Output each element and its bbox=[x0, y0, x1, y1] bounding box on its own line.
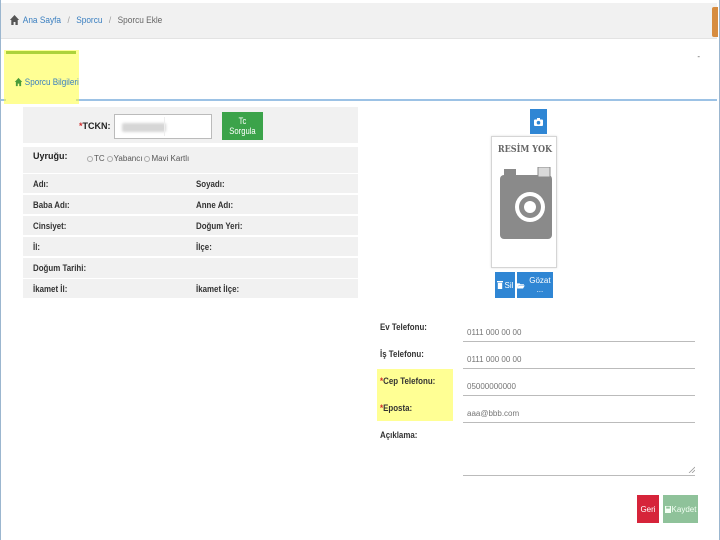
field-row: Baba Adı: Anne Adı: bbox=[23, 195, 358, 214]
tab-label[interactable]: Sporcu Bilgileri bbox=[14, 77, 79, 87]
mobile-phone-row: *Cep Telefonu: bbox=[377, 370, 695, 396]
field-label-dogum-yeri: Doğum Yeri: bbox=[196, 221, 243, 231]
field-label-ikamet-ilce: İkamet İlçe: bbox=[196, 284, 240, 294]
radio-circle[interactable] bbox=[106, 155, 113, 162]
work-phone-input[interactable] bbox=[463, 345, 695, 369]
nationality-radio-group: TC Yabancı Mavi Kartlı bbox=[87, 154, 191, 163]
breadcrumb-separator: / bbox=[67, 15, 70, 25]
mobile-phone-label: *Cep Telefonu: bbox=[380, 376, 436, 386]
field-label-dogum-tarihi: Doğum Tarihi: bbox=[33, 263, 87, 273]
no-image-text: RESİM YOK bbox=[497, 145, 553, 155]
field-label-soyad: Soyadı: bbox=[196, 179, 225, 189]
breadcrumb-sporcu-link[interactable]: Sporcu bbox=[76, 15, 102, 25]
save-button[interactable]: Kaydet bbox=[663, 495, 698, 523]
folder-open-icon bbox=[517, 282, 525, 289]
breadcrumb: Ana Sayfa / Sporcu / Sporcu Ekle bbox=[9, 14, 162, 26]
tab-label-text: Sporcu Bilgileri bbox=[24, 77, 79, 87]
radio-mavi-kartli[interactable]: Mavi Kartlı bbox=[144, 154, 189, 163]
tckn-label: *TCKN: bbox=[79, 121, 111, 131]
field-label-ad: Adı: bbox=[33, 179, 49, 189]
mobile-phone-input[interactable] bbox=[463, 372, 695, 396]
home-phone-label: Ev Telefonu: bbox=[380, 322, 427, 332]
radio-circle[interactable] bbox=[87, 155, 93, 162]
tckn-input[interactable] bbox=[114, 114, 212, 139]
field-row: İl: İlçe: bbox=[23, 237, 358, 256]
breadcrumb-bar: Ana Sayfa / Sporcu / Sporcu Ekle bbox=[1, 3, 718, 39]
work-phone-label: İş Telefonu: bbox=[380, 349, 424, 359]
breadcrumb-separator: / bbox=[108, 15, 112, 25]
back-button[interactable]: Geri bbox=[637, 495, 659, 523]
field-label-baba-adi: Baba Adı: bbox=[33, 200, 70, 210]
input-divider bbox=[164, 117, 165, 136]
work-phone-row: İş Telefonu: bbox=[377, 343, 695, 369]
camera-button[interactable] bbox=[530, 109, 547, 134]
nationality-label: Uyruğu: bbox=[33, 151, 68, 161]
email-input[interactable] bbox=[463, 399, 695, 423]
tc-query-button[interactable]: Tc Sorgula bbox=[222, 112, 263, 140]
home-icon bbox=[9, 15, 20, 25]
description-label: Açıklama: bbox=[380, 430, 418, 440]
tckn-value-redacted bbox=[122, 123, 166, 132]
resize-handle-icon[interactable] bbox=[688, 466, 695, 473]
trash-icon bbox=[496, 281, 503, 289]
browse-photo-button[interactable]: Gözat ... bbox=[517, 272, 553, 298]
description-textarea[interactable] bbox=[463, 428, 695, 476]
email-row: *Eposta: bbox=[377, 397, 695, 423]
radio-tc[interactable]: TC bbox=[87, 154, 105, 163]
breadcrumb-current: Sporcu Ekle bbox=[117, 15, 163, 25]
field-label-ikamet-il: İkamet İl: bbox=[33, 284, 68, 294]
field-label-anne-adi: Anne Adı: bbox=[196, 200, 234, 210]
tckn-row: *TCKN: Tc Sorgula bbox=[23, 107, 358, 143]
field-row: Doğum Tarihi: bbox=[23, 258, 358, 278]
radio-circle[interactable] bbox=[144, 155, 151, 162]
camera-placeholder-icon bbox=[500, 167, 552, 239]
nationality-row: Uyruğu: TC Yabancı Mavi Kartlı bbox=[23, 147, 358, 173]
breadcrumb-home-link[interactable]: Ana Sayfa bbox=[23, 15, 61, 25]
home-phone-input[interactable] bbox=[463, 318, 695, 342]
field-label-ilce: İlçe: bbox=[196, 242, 212, 252]
field-row: İkamet İl: İkamet İlçe: bbox=[23, 279, 358, 298]
delete-photo-button[interactable]: Sil bbox=[495, 272, 515, 298]
field-label-cinsiyet: Cinsiyet: bbox=[33, 221, 67, 231]
email-label: *Eposta: bbox=[380, 403, 413, 413]
photo-frame: RESİM YOK bbox=[491, 136, 557, 268]
field-row: Adı: Soyadı: bbox=[23, 174, 358, 193]
home-icon bbox=[14, 77, 23, 87]
side-panel-handle[interactable] bbox=[712, 7, 718, 37]
save-icon bbox=[664, 505, 671, 513]
header-mark: - bbox=[697, 52, 700, 61]
home-phone-row: Ev Telefonu: bbox=[377, 316, 695, 342]
field-row: Cinsiyet: Doğum Yeri: bbox=[23, 216, 358, 235]
field-label-il: İl: bbox=[33, 242, 41, 252]
camera-icon bbox=[534, 117, 543, 126]
radio-yabanci[interactable]: Yabancı bbox=[106, 154, 142, 163]
tab-strip bbox=[1, 40, 717, 101]
